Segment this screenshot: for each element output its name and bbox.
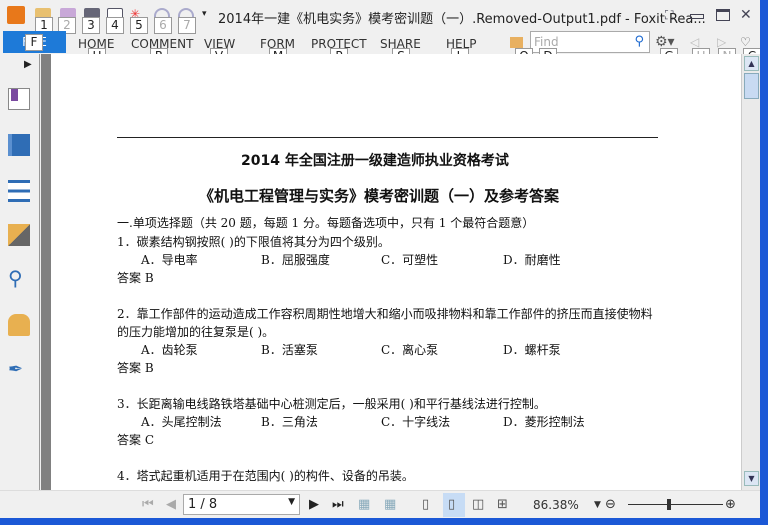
header-rule bbox=[117, 137, 658, 138]
question: 3．长距离输电线路铁塔基础中心桩测定后，一般采用( )和平行基线法进行控制。 bbox=[117, 397, 546, 411]
signature-icon[interactable]: ✒ bbox=[8, 360, 30, 382]
scroll-up-button[interactable]: ▲ bbox=[744, 56, 759, 71]
foxit-logo bbox=[7, 6, 25, 24]
question: 1．碳素结构钢按照( )的下限值将其分为四个级别。 bbox=[117, 235, 390, 249]
favorite-icon[interactable]: ♡ bbox=[740, 35, 751, 49]
minimize-button[interactable] bbox=[690, 14, 704, 19]
first-page-icon[interactable]: ⏮ bbox=[142, 497, 154, 512]
window-border-right bbox=[760, 0, 768, 525]
single-page-icon[interactable]: ▯ bbox=[422, 497, 429, 512]
answer: 答案 C bbox=[117, 433, 154, 447]
comments-icon[interactable] bbox=[8, 224, 30, 246]
option: B．活塞泵 bbox=[261, 343, 318, 357]
question: 2．靠工作部件的运动造成工作容积周期性地增大和缩小而吸排物料和靠工作部件的挤压而… bbox=[117, 307, 653, 321]
attachments-icon[interactable]: ⚲ bbox=[8, 268, 30, 290]
option: D．耐磨性 bbox=[503, 253, 561, 267]
scroll-thumb[interactable] bbox=[744, 73, 759, 99]
next-view-icon[interactable]: ▦ bbox=[384, 497, 396, 512]
zoom-dropdown-icon[interactable]: ▼ bbox=[594, 500, 601, 510]
option: C．可塑性 bbox=[381, 253, 439, 267]
forward-icon[interactable]: ▷ bbox=[717, 35, 726, 49]
keytip: F bbox=[25, 34, 43, 51]
pages-icon[interactable] bbox=[8, 134, 30, 156]
back-icon[interactable]: ◁ bbox=[690, 35, 699, 49]
option: D．螺杆泵 bbox=[503, 343, 561, 357]
close-button[interactable]: ✕ bbox=[740, 7, 752, 23]
keytip: 3 bbox=[82, 17, 100, 34]
zoom-in-icon[interactable]: ⊕ bbox=[725, 497, 736, 512]
keytip: 4 bbox=[106, 17, 124, 34]
next-page-icon[interactable]: ▶ bbox=[309, 497, 319, 512]
zoom-slider[interactable] bbox=[628, 504, 723, 505]
maximize-button[interactable] bbox=[716, 9, 730, 21]
page-number-input[interactable]: 1 / 8 ▼ bbox=[183, 494, 300, 515]
answer: 答案 B bbox=[117, 361, 154, 375]
search-icon[interactable]: ⚲ bbox=[634, 34, 644, 49]
question: 4．塔式起重机适用于在范围内( )的构件、设备的吊装。 bbox=[117, 469, 414, 483]
bookmark-icon[interactable] bbox=[8, 88, 30, 110]
page-number: 1 / 8 bbox=[188, 497, 218, 512]
zoom-level[interactable]: 86.38% bbox=[533, 498, 579, 512]
option: A．齿轮泵 bbox=[141, 343, 198, 357]
layers-icon[interactable] bbox=[8, 180, 30, 202]
security-lock-icon[interactable] bbox=[8, 314, 30, 336]
keytip: 5 bbox=[130, 17, 148, 34]
doc-subtitle: 《机电工程管理与实务》模考密训题（一）及参考答案 bbox=[199, 187, 560, 205]
keytip: 7 bbox=[178, 17, 196, 34]
option: D．菱形控制法 bbox=[503, 415, 585, 429]
scroll-down-button[interactable]: ▼ bbox=[744, 471, 759, 486]
find-folder-icon[interactable] bbox=[510, 37, 523, 48]
fullscreen-icon[interactable]: ⛶ bbox=[665, 8, 673, 23]
vertical-scrollbar[interactable]: ▲ ▼ bbox=[741, 54, 760, 490]
option: B．屈服强度 bbox=[261, 253, 330, 267]
pdf-page: 2014 年全国注册一级建造师执业资格考试 《机电工程管理与实务》模考密训题（一… bbox=[51, 54, 741, 490]
facing-page-icon[interactable]: ◫ bbox=[472, 497, 484, 512]
option: A．头尾控制法 bbox=[141, 415, 222, 429]
page-gutter bbox=[41, 54, 51, 490]
keytip: 6 bbox=[154, 17, 172, 34]
doc-title: 2014 年全国注册一级建造师执业资格考试 bbox=[241, 153, 509, 169]
continuous-facing-icon[interactable]: ⊞ bbox=[497, 497, 508, 512]
sidebar: ▶ ⚲ ✒ bbox=[0, 54, 40, 490]
window-title: 2014年一建《机电实务》模考密训题（一）.Removed-Output1.pd… bbox=[218, 12, 706, 27]
customize-dropdown-icon[interactable]: ▾ bbox=[202, 9, 207, 19]
find-placeholder: Find bbox=[534, 35, 559, 49]
option: C．离心泵 bbox=[381, 343, 439, 357]
option: C．十字线法 bbox=[381, 415, 451, 429]
prev-page-icon[interactable]: ◀ bbox=[166, 497, 176, 512]
option: A．导电率 bbox=[141, 253, 198, 267]
zoom-out-icon[interactable]: ⊖ bbox=[605, 497, 616, 512]
title-bar: ✳ ▾ 1 2 3 4 5 6 7 2014年一建《机电实务》模考密训题（一）.… bbox=[0, 0, 760, 34]
answer: 答案 B bbox=[117, 271, 154, 285]
option: B．三角法 bbox=[261, 415, 318, 429]
zoom-slider-thumb[interactable] bbox=[667, 499, 671, 510]
question-cont: 的压力能增加的往复泵是( )。 bbox=[117, 325, 275, 339]
expand-arrow-icon[interactable]: ▶ bbox=[24, 59, 32, 70]
window-border-bottom bbox=[0, 518, 768, 525]
page-dropdown-icon[interactable]: ▼ bbox=[288, 497, 295, 507]
section-heading: 一.单项选择题（共 20 题，每题 1 分。每题备选项中，只有 1 个最符合题意… bbox=[117, 216, 535, 230]
last-page-icon[interactable]: ⏭ bbox=[332, 497, 344, 512]
previous-view-icon[interactable]: ▦ bbox=[358, 497, 370, 512]
continuous-page-icon[interactable]: ▯ bbox=[448, 497, 455, 512]
